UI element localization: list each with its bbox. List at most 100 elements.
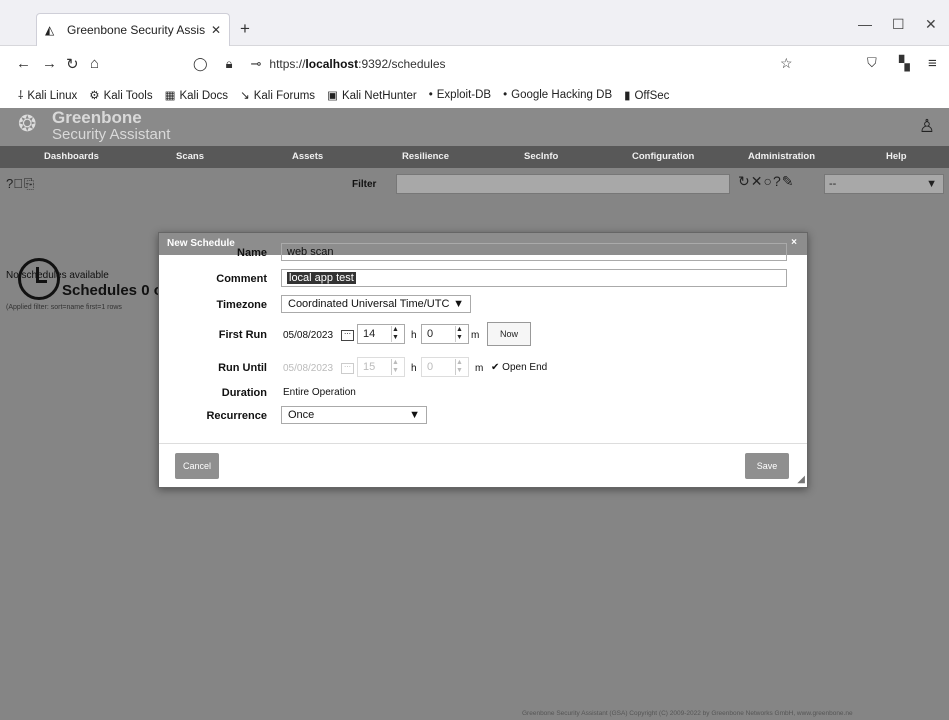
main-nav: Dashboards Scans Assets Resilience SecIn… bbox=[0, 146, 949, 168]
run-until-hour: 15 ▲ ▼ bbox=[357, 357, 405, 377]
bookmark-star-icon[interactable]: ☆ bbox=[780, 55, 793, 72]
minute-unit: m bbox=[475, 363, 484, 374]
tab-close-icon[interactable]: ✕ bbox=[211, 23, 221, 37]
maximize-icon[interactable]: ☐ bbox=[892, 16, 905, 33]
bookmark-kali-tools[interactable]: ⚙ Kali Tools bbox=[89, 88, 152, 102]
run-until-label: Run Until bbox=[218, 362, 267, 374]
open-end-checkbox[interactable]: ✔ Open End bbox=[491, 362, 547, 373]
nethunter-icon: ▣ bbox=[327, 90, 338, 102]
minimize-icon[interactable]: — bbox=[858, 16, 872, 32]
timezone-select[interactable]: Coordinated Universal Time/UTC ▼ bbox=[281, 295, 471, 313]
duration-label: Duration bbox=[221, 387, 267, 399]
calendar-icon: ⋯ bbox=[341, 363, 354, 374]
filter-actions: ↻✕○?✎ bbox=[738, 173, 794, 190]
cancel-button[interactable]: Cancel bbox=[175, 453, 219, 479]
bookmark-exploit-db[interactable]: • Exploit-DB bbox=[429, 89, 491, 101]
spinner-arrows-icon: ▲ ▼ bbox=[391, 359, 399, 375]
comment-field[interactable]: local app test bbox=[281, 269, 787, 287]
name-field[interactable]: web scan bbox=[281, 243, 787, 261]
gsa-header: ❂ Greenbone Security Assistant ♙ bbox=[0, 108, 949, 146]
spinner-arrows-icon[interactable]: ▲ ▼ bbox=[391, 326, 399, 342]
url-path: :9392/schedules bbox=[358, 57, 446, 71]
reset-filter-icon[interactable]: ○ bbox=[763, 173, 772, 189]
offsec-icon: ▮ bbox=[624, 90, 631, 102]
hour-unit: h bbox=[411, 330, 417, 341]
browser-nav-bar: ← → ↻ ⌂ ◯ 🔒︎ ⊸ https://localhost:9392/sc… bbox=[0, 46, 949, 82]
dialog-divider bbox=[159, 443, 807, 444]
forums-icon: ↘ bbox=[240, 90, 250, 102]
empty-message: No schedules available bbox=[6, 270, 109, 281]
first-run-minute[interactable]: 0 ▲ ▼ bbox=[421, 324, 469, 344]
page-toolbar: ?⃝ ⎘ Filter ↻✕○?✎ -- ▼ bbox=[0, 168, 949, 202]
nav-secinfo[interactable]: SecInfo bbox=[524, 151, 558, 162]
greenbone-logo-icon: ❂ bbox=[18, 111, 37, 136]
recurrence-select[interactable]: Once ▼ bbox=[281, 406, 427, 424]
minute-unit: m bbox=[471, 330, 480, 341]
new-schedule-dialog: New Schedule × Name web scan Comment loc… bbox=[158, 232, 808, 488]
page-title: Schedules 0 o bbox=[62, 282, 163, 299]
home-icon[interactable]: ⌂ bbox=[90, 55, 99, 72]
now-button[interactable]: Now bbox=[487, 322, 531, 346]
nav-scans[interactable]: Scans bbox=[176, 151, 204, 162]
docs-icon: ▦ bbox=[164, 90, 176, 102]
hour-unit: h bbox=[411, 363, 417, 374]
help-icon[interactable]: ?⃝ bbox=[6, 176, 23, 191]
url-bar[interactable]: ◯ 🔒︎ ⊸ https://localhost:9392/schedules bbox=[183, 51, 803, 77]
new-tab-button[interactable]: + bbox=[240, 19, 250, 39]
pocket-icon[interactable]: ⛉ bbox=[867, 55, 877, 71]
nav-administration[interactable]: Administration bbox=[748, 151, 815, 162]
shield-icon: ◯ bbox=[193, 56, 208, 71]
bookmark-offsec[interactable]: ▮ OffSec bbox=[624, 88, 669, 102]
refresh-filter-icon[interactable]: ↻ bbox=[738, 173, 751, 189]
spinner-arrows-icon[interactable]: ▲ ▼ bbox=[455, 326, 463, 342]
chevron-down-icon: ▼ bbox=[409, 409, 420, 421]
first-run-hour[interactable]: 14 ▲ ▼ bbox=[357, 324, 405, 344]
bookmark-google-hacking-db[interactable]: • Google Hacking DB bbox=[503, 89, 612, 101]
kali-icon: ⸸ bbox=[18, 89, 24, 102]
filter-label: Filter bbox=[352, 179, 377, 190]
resize-handle-icon[interactable]: ◢ bbox=[797, 474, 805, 485]
filter-input[interactable] bbox=[396, 174, 730, 194]
bookmark-kali-nethunter[interactable]: ▣ Kali NetHunter bbox=[327, 88, 417, 102]
menu-icon[interactable]: ≡ bbox=[928, 55, 937, 72]
extension-icon[interactable]: ▚ bbox=[899, 55, 910, 72]
save-button[interactable]: Save bbox=[745, 453, 789, 479]
greenbone-favicon-icon: ◭ bbox=[45, 23, 55, 37]
nav-resilience[interactable]: Resilience bbox=[402, 151, 449, 162]
nav-help[interactable]: Help bbox=[886, 151, 907, 162]
bookmark-kali-docs[interactable]: ▦ Kali Docs bbox=[165, 88, 228, 102]
close-icon[interactable]: × bbox=[791, 237, 797, 248]
logo-title: Greenbone bbox=[52, 108, 142, 127]
bookmarks-bar: ⸸ Kali Linux ⚙ Kali Tools ▦ Kali Docs ↘ Kali… bbox=[0, 82, 949, 108]
filter-select[interactable]: -- ▼ bbox=[824, 174, 944, 194]
back-icon[interactable]: ← bbox=[16, 55, 31, 72]
first-run-date[interactable]: 05/08/2023 bbox=[283, 330, 333, 341]
filter-help-icon[interactable]: ? bbox=[773, 173, 782, 189]
new-icon[interactable]: ⎘ bbox=[24, 176, 34, 192]
close-window-icon[interactable]: ✕ bbox=[925, 16, 937, 33]
exploitdb-icon: • bbox=[428, 89, 433, 101]
timezone-label: Timezone bbox=[216, 299, 267, 311]
name-label: Name bbox=[237, 247, 267, 259]
clear-filter-icon[interactable]: ✕ bbox=[751, 173, 764, 189]
applied-filter: (Applied filter: sort=name first=1 rows bbox=[6, 304, 122, 311]
calendar-icon[interactable]: ⋯ bbox=[341, 330, 354, 341]
recurrence-label: Recurrence bbox=[206, 410, 267, 422]
ghdb-icon: • bbox=[503, 89, 508, 101]
nav-dashboards[interactable]: Dashboards bbox=[44, 151, 99, 162]
forward-icon[interactable]: → bbox=[42, 55, 57, 72]
spinner-arrows-icon: ▲ ▼ bbox=[455, 359, 463, 375]
bookmark-kali-forums[interactable]: ↘ Kali Forums bbox=[240, 88, 315, 102]
reload-icon[interactable]: ↻ bbox=[66, 55, 79, 73]
browser-tab-bar: ◭ Greenbone Security Assis ✕ + — ☐ ✕ bbox=[0, 0, 949, 46]
key-icon: ⊸ bbox=[250, 56, 262, 71]
checkmark-icon: ✔ bbox=[491, 362, 500, 373]
browser-tab[interactable]: ◭ Greenbone Security Assis ✕ bbox=[36, 13, 230, 46]
user-icon[interactable]: ♙ bbox=[919, 116, 935, 137]
nav-configuration[interactable]: Configuration bbox=[632, 151, 694, 162]
nav-assets[interactable]: Assets bbox=[292, 151, 323, 162]
duration-value: Entire Operation bbox=[283, 387, 356, 398]
bookmark-kali-linux[interactable]: ⸸ Kali Linux bbox=[18, 88, 77, 103]
edit-filter-icon[interactable]: ✎ bbox=[782, 173, 795, 189]
chevron-down-icon: ▼ bbox=[453, 298, 464, 310]
